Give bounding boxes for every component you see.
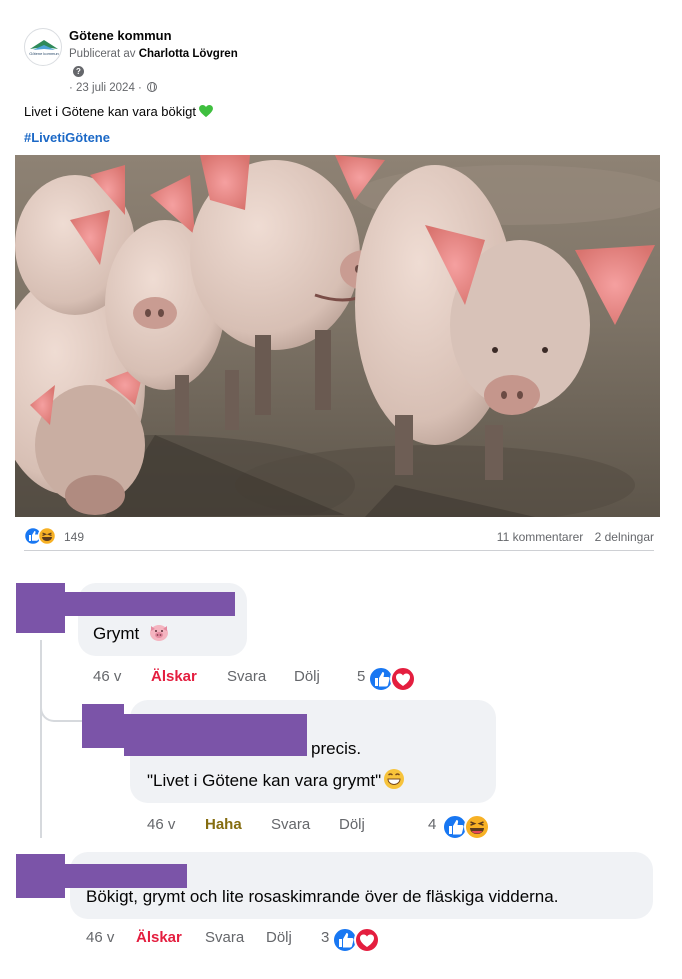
comment-actions: 46 v Älskar Svara Dölj 3	[86, 926, 386, 954]
reaction-icons[interactable]	[23, 526, 60, 551]
hide-button[interactable]: Dölj	[266, 929, 292, 946]
comment-reaction-count[interactable]: 3	[321, 929, 329, 946]
logo-text: Götene kommun	[29, 51, 59, 56]
haha-icon	[464, 814, 490, 840]
globe-icon	[147, 82, 158, 92]
comment-text: Grymt	[93, 622, 170, 644]
help-icon[interactable]: ?	[73, 66, 84, 77]
gotene-logo-icon: Götene kommun	[29, 40, 59, 56]
reply-text-line2: "Livet i Götene kan vara grymt"	[147, 768, 405, 791]
publisher-line: Publicerat av Charlotta Lövgren	[69, 48, 238, 60]
reaction-count[interactable]: 149	[64, 530, 84, 544]
redacted-name	[63, 592, 235, 616]
page-avatar[interactable]: Götene kommun	[24, 28, 62, 66]
comment-reaction-count[interactable]: 5	[357, 668, 365, 685]
hashtag-link[interactable]: #LivetiGötene	[24, 130, 110, 145]
like-icon	[368, 666, 394, 692]
reply-text-line1: precis.	[311, 739, 362, 758]
pig-face-icon	[150, 625, 169, 641]
thread-line	[40, 640, 42, 838]
comment-reactions[interactable]	[367, 665, 421, 693]
post-date-text[interactable]: · 23 juli 2024 ·	[69, 82, 142, 94]
comment-time[interactable]: 46 v	[86, 929, 114, 946]
haha-reaction-button[interactable]: Haha	[205, 816, 242, 833]
redacted-avatar	[16, 583, 65, 633]
publisher-name[interactable]: Charlotta Lövgren	[139, 48, 238, 60]
redacted-avatar	[82, 704, 124, 748]
page-name-link[interactable]: Götene kommun	[69, 28, 172, 43]
hide-button[interactable]: Dölj	[294, 668, 320, 685]
reply-button[interactable]: Svara	[227, 668, 266, 685]
share-count-link[interactable]: 2 delningar	[595, 530, 654, 544]
reactions-summary: 149 11 kommentarer 2 delningar	[23, 526, 654, 551]
love-reaction-button[interactable]: Älskar	[136, 929, 182, 946]
post-date[interactable]: · 23 juli 2024 ·	[69, 82, 158, 94]
reply-actions: 46 v Haha Svara Dölj 4	[147, 813, 497, 841]
pigs-image	[15, 155, 660, 517]
green-heart-icon	[199, 105, 213, 118]
reply-reaction-count[interactable]: 4	[428, 816, 436, 833]
haha-icon	[37, 526, 57, 546]
post-text-body: Livet i Götene kan vara bökigt	[24, 104, 196, 119]
love-reaction-button[interactable]: Älskar	[151, 668, 197, 685]
post-stats: 11 kommentarer 2 delningar	[497, 530, 654, 544]
comment-time[interactable]: 46 v	[93, 668, 121, 685]
redacted-name	[63, 864, 187, 888]
comment-text: Bökigt, grymt och lite rosaskimrande öve…	[86, 887, 559, 906]
post-photo[interactable]	[15, 155, 660, 517]
comment-count-link[interactable]: 11 kommentarer	[497, 530, 583, 544]
reply-reactions[interactable]	[441, 813, 495, 841]
reply-time[interactable]: 46 v	[147, 816, 175, 833]
comment-reactions[interactable]	[331, 926, 385, 954]
comment-actions: 46 v Älskar Svara Dölj 5	[93, 665, 423, 693]
grinning-face-icon	[384, 769, 405, 789]
like-icon	[332, 927, 358, 953]
reply-button[interactable]: Svara	[271, 816, 310, 833]
divider	[24, 550, 654, 551]
reply-connector	[40, 700, 82, 722]
like-icon	[442, 814, 468, 840]
redacted-name	[124, 714, 307, 756]
redacted-avatar	[16, 854, 65, 898]
post-text: Livet i Götene kan vara bökigt	[24, 104, 213, 119]
love-icon	[354, 927, 380, 953]
hide-button[interactable]: Dölj	[339, 816, 365, 833]
published-prefix: Publicerat av	[69, 48, 136, 60]
reply-quote: "Livet i Götene kan vara grymt"	[147, 771, 382, 790]
reply-button[interactable]: Svara	[205, 929, 244, 946]
love-icon	[390, 666, 416, 692]
comment-body: Grymt	[93, 624, 140, 643]
